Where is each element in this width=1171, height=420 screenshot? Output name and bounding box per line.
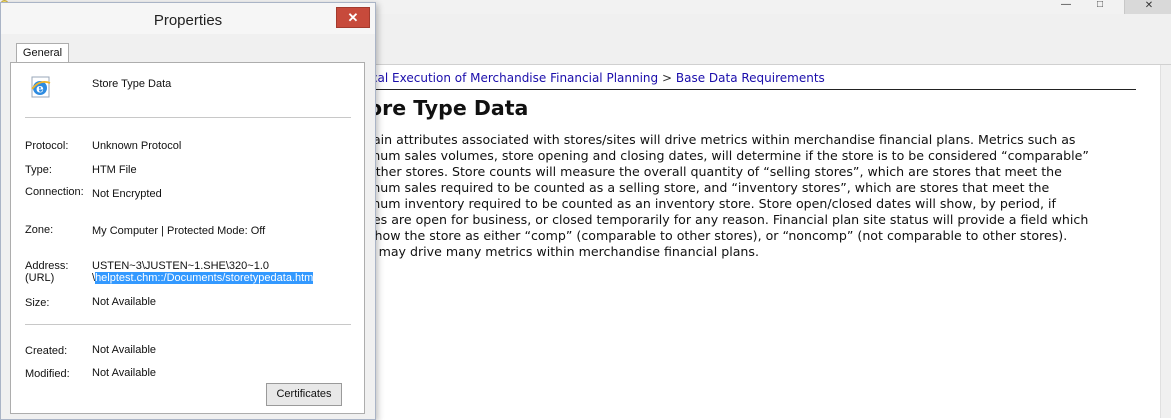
divider: [25, 324, 351, 325]
address-line-2[interactable]: \helptest.chm::/Documents/storetypedata.…: [92, 272, 314, 284]
zone-label: Zone:: [25, 224, 54, 236]
body-line: show the store as either “comp” (compara…: [368, 228, 1068, 243]
body-line: tain attributes associated with stores/s…: [368, 132, 1076, 147]
zone-value: My Computer | Protected Mode: Off: [92, 225, 266, 237]
type-label: Type:: [25, 164, 52, 176]
body-line: mum sales volumes, store opening and clo…: [368, 148, 1089, 163]
size-value: Not Available: [92, 296, 157, 308]
page-title: ore Type Data: [368, 96, 529, 120]
created-label: Created:: [25, 345, 68, 357]
protocol-label: Protocol:: [25, 140, 69, 152]
body-line: mum sales required to be counted as a se…: [368, 180, 1050, 195]
body-line: mum inventory required to be counted as …: [368, 196, 1056, 211]
certificates-button[interactable]: Certificates: [266, 383, 342, 406]
body-line: res are open for business, or closed tem…: [368, 212, 1089, 227]
breadcrumb-link-financial-planning[interactable]: nical Execution of Merchandise Financial…: [360, 71, 658, 85]
file-name: Store Type Data: [92, 78, 172, 90]
dialog-close-button[interactable]: ✕: [336, 7, 370, 28]
created-value: Not Available: [92, 344, 157, 356]
properties-dialog: Properties ✕ General e Store Type Data P…: [0, 2, 376, 420]
body-line: s may drive many metrics within merchand…: [368, 244, 759, 259]
url-label: (URL): [25, 272, 55, 284]
size-label: Size:: [25, 297, 50, 309]
divider: [25, 117, 351, 118]
general-tab-panel: e Store Type Data Protocol: Unknown Prot…: [10, 62, 365, 414]
maximize-button[interactable]: □: [1092, 0, 1108, 12]
protocol-value: Unknown Protocol: [92, 140, 182, 152]
breadcrumb-divider: [360, 89, 1136, 90]
internet-explorer-icon: e: [31, 76, 51, 98]
address-label: Address:: [25, 260, 69, 272]
body-line: other stores. Store counts will measure …: [368, 164, 1062, 179]
address-line-1[interactable]: USTEN~3\JUSTEN~1.SHE\320~1.0: [92, 260, 269, 272]
dialog-title: Properties: [153, 12, 223, 29]
address-selected-text[interactable]: helptest.chm::/Documents/storetypedata.h…: [95, 272, 314, 284]
connection-label: Connection:: [25, 186, 84, 198]
body-paragraph: tain attributes associated with stores/s…: [368, 132, 1140, 260]
modified-label: Modified:: [25, 368, 70, 380]
close-icon: ✕: [347, 10, 359, 25]
dialog-titlebar[interactable]: Properties ✕: [1, 3, 375, 34]
tab-general[interactable]: General: [16, 43, 69, 63]
vertical-scrollbar[interactable]: [1160, 65, 1171, 418]
minimize-button[interactable]: —: [1058, 0, 1074, 12]
breadcrumb-link-base-data[interactable]: Base Data Requirements: [676, 71, 825, 85]
modified-value: Not Available: [92, 367, 157, 379]
connection-value: Not Encrypted: [92, 188, 162, 200]
breadcrumb: nical Execution of Merchandise Financial…: [360, 71, 1140, 85]
close-icon: ✕: [1144, 0, 1154, 11]
type-value: HTM File: [92, 164, 137, 176]
window-close-button[interactable]: ✕: [1124, 0, 1171, 14]
breadcrumb-separator: >: [661, 71, 673, 85]
